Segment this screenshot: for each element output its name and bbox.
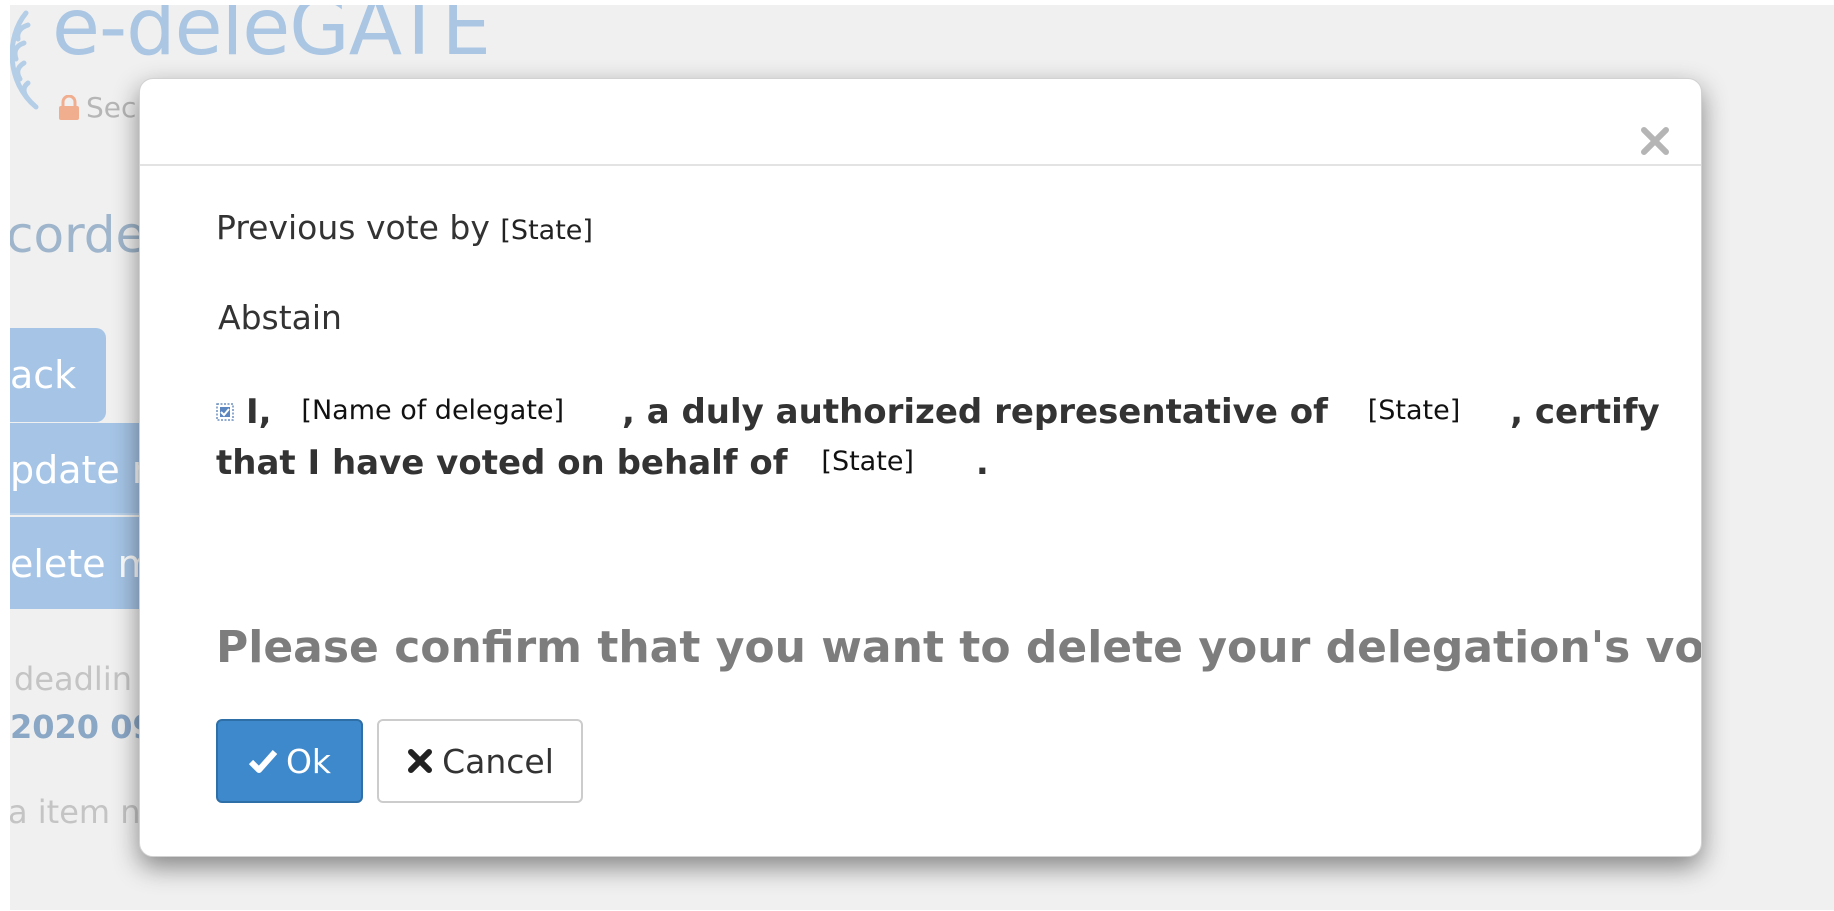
- check-icon: [248, 750, 278, 773]
- certification-pronoun: I,: [246, 392, 272, 432]
- state-field-1: [State]: [1367, 395, 1461, 426]
- app-logo: e-deleGATE: [52, 5, 491, 73]
- modal-header: [140, 79, 1701, 166]
- ok-label: Ok: [285, 741, 332, 781]
- certification-text-2: , certify: [1510, 392, 1660, 432]
- x-icon: [408, 749, 433, 773]
- certification-line-2: that I have voted on behalf of [State] .: [216, 446, 989, 480]
- lock-icon: [59, 94, 79, 120]
- previous-vote-state: [State]: [500, 215, 593, 246]
- back-button: ack: [10, 328, 106, 422]
- page-heading: corde: [10, 206, 147, 264]
- certification-text-1: , a duly authorized representative of: [621, 392, 1328, 432]
- previous-vote-line: Previous vote by [State]: [216, 208, 593, 247]
- delete-button: elete m: [10, 517, 140, 609]
- deadline-value: 2020 09: [10, 708, 155, 746]
- certification-period: .: [975, 443, 989, 483]
- delegate-name-field: [Name of delegate]: [301, 395, 565, 426]
- close-icon[interactable]: [1637, 123, 1673, 159]
- item-note: a item n: [10, 793, 141, 831]
- certification-text-3: that I have voted on behalf of: [216, 443, 788, 483]
- certify-checkbox[interactable]: [216, 403, 234, 421]
- certification-line-1: I, [Name of delegate] , a duly authorize…: [216, 395, 1660, 429]
- vote-value: Abstain: [218, 298, 342, 337]
- confirm-message: Please confirm that you want to delete y…: [216, 622, 1702, 673]
- background-page: e-deleGATE Sec corde ack pdate m elete m…: [10, 5, 1834, 910]
- deadline-label: deadlin: [14, 660, 132, 698]
- previous-vote-label: Previous vote by: [216, 208, 490, 247]
- update-button: pdate m: [10, 423, 140, 515]
- secure-indicator: Sec: [58, 91, 136, 124]
- delete-vote-modal: Previous vote by [State] Abstain I, [Nam…: [139, 78, 1702, 857]
- un-emblem-icon: [10, 10, 39, 110]
- cancel-label: Cancel: [442, 741, 554, 781]
- secure-label: Sec: [86, 91, 137, 124]
- cancel-button[interactable]: Cancel: [377, 719, 583, 803]
- state-field-2: [State]: [821, 446, 914, 477]
- ok-button[interactable]: Ok: [216, 719, 363, 803]
